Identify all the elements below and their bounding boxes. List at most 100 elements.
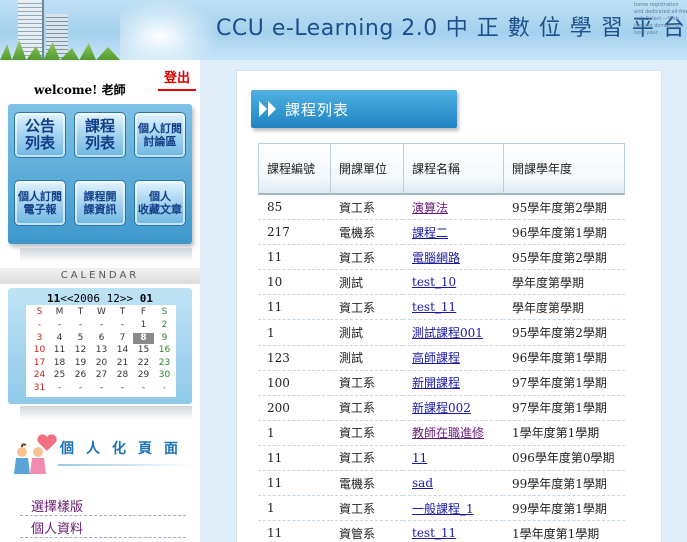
table-row: 11 電機系 sad 99學年度第1學期 [258, 471, 625, 497]
course-id-cell: 10 [258, 270, 330, 296]
calendar-day-cell[interactable]: 18 [49, 358, 70, 369]
calendar-day-cell[interactable]: 26 [70, 370, 91, 381]
calendar-day-cell[interactable]: 2 [154, 320, 175, 331]
menu-course-info-button[interactable]: 課程開 課資訊 [74, 180, 126, 226]
calendar-day-cell[interactable]: 19 [70, 358, 91, 369]
course-link[interactable]: 新開課程 [412, 376, 460, 390]
course-link[interactable]: 11 [412, 451, 427, 465]
calendar-day-cell[interactable]: 9 [154, 333, 175, 344]
table-row: 11 資工系 test_11 學年度第學期 [258, 295, 625, 321]
menu-course-list-button[interactable]: 課程 列表 [74, 112, 126, 158]
menu-label: 課程開 課資訊 [83, 190, 117, 216]
course-link[interactable]: 新課程002 [412, 401, 471, 415]
menu-announcements-button[interactable]: 公告 列表 [14, 112, 66, 158]
personalization-section: 個人化頁面 [8, 432, 198, 480]
table-row: 100 資工系 新開課程 97學年度第1學期 [258, 370, 625, 396]
calendar-day-cell[interactable]: 14 [112, 345, 133, 356]
course-link[interactable]: 一般課程_1 [412, 502, 474, 516]
calendar-weekday: F [140, 307, 147, 317]
calendar-day-cell[interactable]: 31 [29, 383, 50, 394]
course-list-title: 課程列表 [285, 101, 350, 119]
sidebar: welcome! 老師 登出 公告 列表 課程 列表 個人訂閱 討論區 個人訂閱… [0, 60, 200, 542]
calendar-next-button[interactable]: >> [120, 292, 133, 305]
table-row: 11 資工系 11 096學年度第0學期 [258, 445, 625, 472]
unit-cell: 電機系 [330, 220, 403, 246]
calendar-day-cell[interactable]: 24 [29, 370, 50, 381]
course-link[interactable]: test_11 [412, 300, 456, 314]
calendar-grid: S M T W T F S - - - - -1 2 3 4 5 6 7 8 9 10 11 12 13 14 15 16 17 18 1… [26, 305, 176, 397]
menu-newsletter-subscription-button[interactable]: 個人訂閱 電子報 [14, 180, 66, 226]
calendar-day-cell[interactable]: 27 [91, 370, 112, 381]
course-name-cell: 測試課程001 [403, 320, 503, 346]
course-id-cell: 1 [258, 420, 330, 446]
course-link[interactable]: sad [412, 476, 433, 490]
calendar-weekday: T [119, 307, 126, 317]
table-row: 123 測試 高師課程 96學年度第1學期 [258, 345, 625, 371]
course-name-cell: 演算法 [403, 195, 503, 221]
menu-forum-subscription-button[interactable]: 個人訂閱 討論區 [134, 112, 186, 158]
calendar-day-cell[interactable]: 21 [112, 358, 133, 369]
heart-icon [37, 434, 57, 451]
calendar-day-cell[interactable]: 29 [133, 370, 154, 381]
calendar-day-cell[interactable]: 8 [133, 332, 154, 344]
course-link[interactable]: test_10 [412, 275, 456, 289]
calendar-day-cell[interactable]: 1 [133, 320, 154, 331]
menu-favorites-button[interactable]: 個人 收藏文章 [134, 180, 186, 226]
calendar-day-cell[interactable]: 6 [91, 333, 112, 344]
course-link[interactable]: 測試課程001 [412, 326, 483, 340]
personal-info-link[interactable]: 個人資料 [31, 518, 83, 537]
menu-label: 個人訂閱 討論區 [138, 122, 182, 148]
course-table: 課程編號 開課單位 課程名稱 開課學年度 85 資工系 演算法 95學年度第2學期 21… [258, 143, 625, 542]
course-name-cell: sad [403, 471, 503, 497]
calendar-day-cell[interactable]: 13 [91, 345, 112, 356]
calendar-day-cell[interactable]: 5 [70, 333, 91, 344]
calendar-day-cell[interactable]: 3 [29, 333, 50, 344]
calendar-day-cell[interactable]: 11 [49, 345, 70, 356]
table-row: 11 資管系 test_11 1學年度第1學期 [258, 521, 625, 542]
menu-label: 個人 收藏文章 [138, 190, 182, 216]
select-template-link[interactable]: 選擇樣版 [31, 496, 83, 515]
course-link[interactable]: 演算法 [412, 201, 448, 215]
calendar-day-cell[interactable]: 4 [49, 333, 70, 344]
column-header-course-id[interactable]: 課程編號 [258, 143, 330, 195]
calendar-day-cell[interactable]: 7 [112, 333, 133, 344]
calendar-day-cell[interactable]: 25 [49, 370, 70, 381]
course-id-cell: 11 [258, 471, 330, 497]
calendar-weekday: S [161, 307, 168, 317]
calendar-day-cell[interactable]: 12 [70, 345, 91, 356]
calendar-day-cell[interactable]: 20 [91, 358, 112, 369]
table-row: 200 資工系 新課程002 97學年度第1學期 [258, 395, 625, 421]
term-cell: 096學年度第0學期 [503, 445, 625, 472]
calendar-empty-cell: - [162, 382, 167, 393]
course-id-cell: 200 [258, 395, 330, 421]
column-header-term[interactable]: 開課學年度 [503, 143, 625, 195]
column-header-unit[interactable]: 開課單位 [330, 143, 403, 195]
column-header-course-name[interactable]: 課程名稱 [403, 143, 503, 195]
menu-label: 公告 列表 [24, 117, 55, 152]
calendar-day-cell[interactable]: 15 [133, 345, 154, 356]
unit-cell: 資工系 [330, 420, 403, 446]
course-id-cell: 11 [258, 445, 330, 472]
calendar-empty-cell: - [57, 320, 62, 330]
logout-button[interactable]: 登出 [158, 69, 196, 91]
calendar-day-cell[interactable]: 23 [154, 358, 175, 369]
course-name-cell: test_10 [403, 270, 503, 296]
calendar-day-cell[interactable]: 17 [29, 358, 50, 369]
course-link[interactable]: test_11 [412, 526, 456, 540]
calendar-prev-button[interactable]: << [60, 292, 73, 305]
course-list-title-bar: 課程列表 [251, 90, 457, 128]
calendar-day-cell[interactable]: 28 [112, 370, 133, 381]
course-link[interactable]: 教師在職進修 [412, 426, 484, 440]
term-cell: 1學年度第1學期 [503, 521, 625, 542]
course-link[interactable]: 課程二 [412, 226, 448, 240]
calendar-day-cell[interactable]: 30 [154, 370, 175, 381]
course-id-cell: 123 [258, 345, 330, 371]
course-link[interactable]: 高師課程 [412, 351, 460, 365]
calendar-day-cell[interactable]: 10 [29, 345, 50, 356]
calendar-day-cell[interactable]: 16 [154, 345, 175, 356]
course-link[interactable]: 電腦網路 [412, 251, 460, 265]
table-row: 217 電機系 課程二 96學年度第1學期 [258, 220, 625, 246]
unit-cell: 測試 [330, 320, 403, 346]
calendar-day-cell[interactable]: 22 [133, 358, 154, 369]
unit-cell: 資工系 [330, 445, 403, 472]
